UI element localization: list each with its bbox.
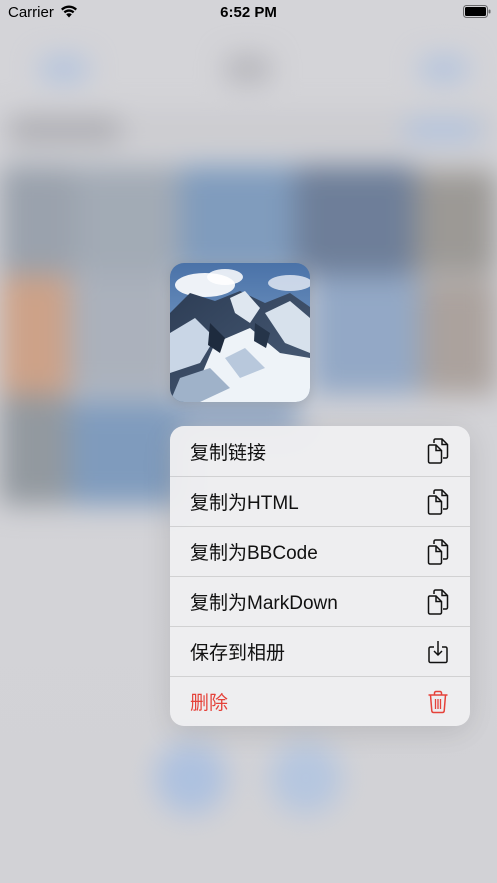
copy-icon xyxy=(426,488,450,515)
copy-icon xyxy=(426,438,450,464)
menu-item-label: 保存到相册 xyxy=(190,643,286,664)
menu-item-copy-html[interactable]: 复制为HTML xyxy=(170,476,470,526)
preview-image[interactable] xyxy=(170,263,310,402)
copy-icon xyxy=(426,588,450,615)
status-bar: Carrier 6:52 PM xyxy=(0,0,497,28)
trash-icon xyxy=(426,689,450,715)
context-menu: 复制链接 复制为HTML 复制为BBCode 复制为MarkDown 保存到相册… xyxy=(170,426,470,726)
menu-item-delete[interactable]: 删除 xyxy=(170,676,470,726)
menu-item-label: 复制为BBCode xyxy=(190,543,318,564)
menu-item-label: 复制链接 xyxy=(190,442,267,464)
clock: 6:52 PM xyxy=(220,4,277,21)
menu-item-label: 复制为MarkDown xyxy=(190,593,338,614)
menu-item-copy-bbcode[interactable]: 复制为BBCode xyxy=(170,526,470,576)
menu-item-label: 删除 xyxy=(190,693,229,714)
battery-icon xyxy=(463,5,491,18)
copy-icon xyxy=(426,538,450,565)
menu-item-copy-markdown[interactable]: 复制为MarkDown xyxy=(170,576,470,626)
menu-item-label: 复制为HTML xyxy=(190,493,299,514)
menu-item-copy-link[interactable]: 复制链接 xyxy=(170,426,470,476)
menu-item-save-to-album[interactable]: 保存到相册 xyxy=(170,626,470,676)
screen: Carrier 6:52 PM 复制链接 复制为HTML 复制为BBCode 复… xyxy=(0,0,497,883)
download-icon xyxy=(426,639,450,665)
